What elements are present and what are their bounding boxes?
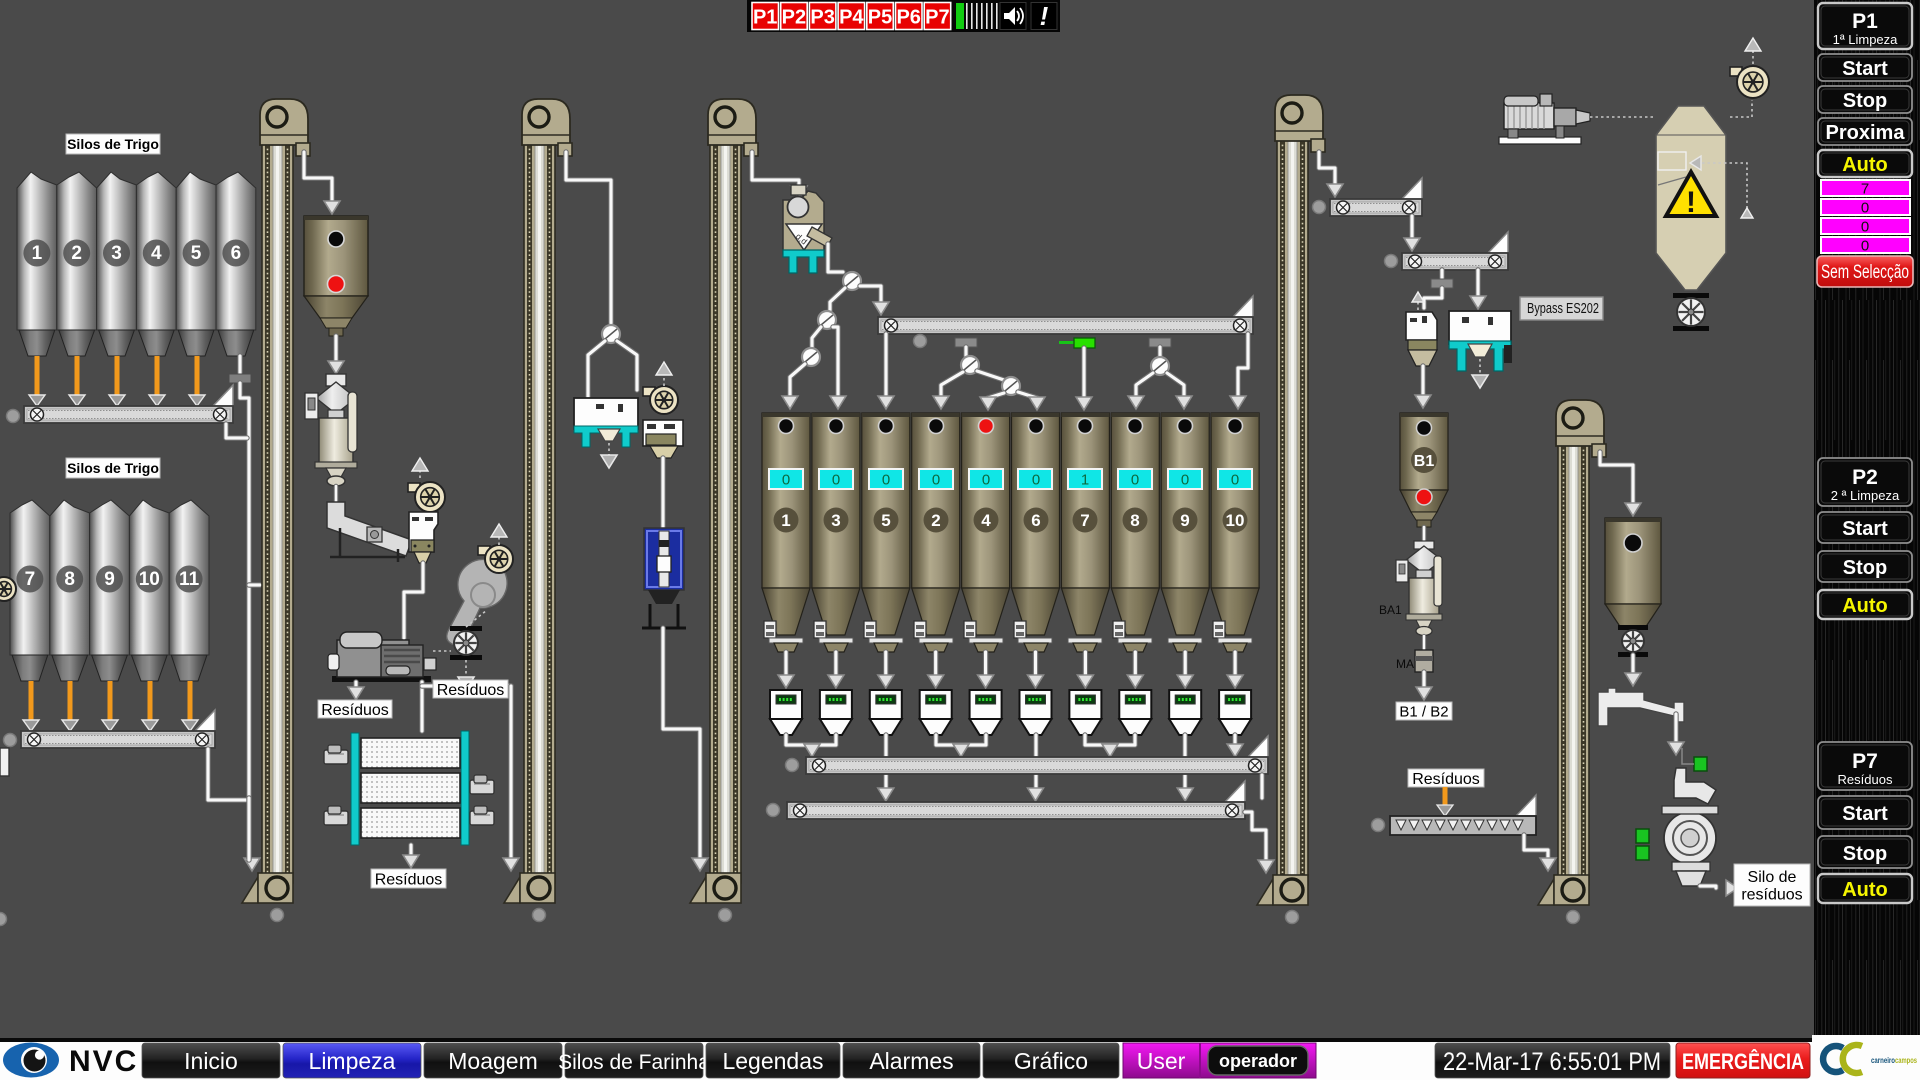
svg-text:carneiro: carneiro (1871, 1056, 1895, 1065)
svg-text:0: 0 (1231, 472, 1239, 489)
svg-text:P2: P2 (1852, 466, 1878, 489)
svg-text:P4: P4 (839, 7, 864, 29)
svg-text:5: 5 (881, 511, 890, 530)
svg-text:resíduos: resíduos (1741, 887, 1802, 904)
svg-text:P5: P5 (868, 7, 892, 29)
svg-text:6: 6 (1031, 511, 1040, 530)
svg-text:0: 0 (982, 472, 990, 489)
svg-text:campos: campos (1895, 1056, 1917, 1065)
svg-text:!: ! (1040, 1, 1049, 31)
svg-text:P7: P7 (925, 7, 949, 29)
svg-text:0: 0 (1861, 238, 1869, 255)
svg-text:Inicio: Inicio (184, 1048, 238, 1074)
svg-text:0: 0 (1181, 472, 1189, 489)
svg-text:Resíduos: Resíduos (1412, 771, 1480, 788)
svg-text:0: 0 (1032, 472, 1040, 489)
svg-text:Resíduos: Resíduos (1838, 772, 1893, 787)
svg-text:BA1: BA1 (1379, 603, 1402, 617)
svg-text:Silos de Trigo: Silos de Trigo (67, 136, 159, 152)
svg-text:Auto: Auto (1842, 154, 1888, 176)
svg-text:9: 9 (104, 569, 115, 590)
svg-text:5: 5 (191, 243, 202, 264)
svg-text:Silos de Farinha: Silos de Farinha (558, 1051, 710, 1074)
svg-text:0: 0 (832, 472, 840, 489)
svg-text:10: 10 (1226, 511, 1245, 530)
svg-text:Proxima: Proxima (1826, 122, 1906, 144)
svg-text:0: 0 (1131, 472, 1139, 489)
svg-text:P1: P1 (1852, 10, 1878, 33)
svg-text:7: 7 (1080, 511, 1089, 530)
svg-text:P6: P6 (896, 7, 920, 29)
svg-text:Gráfico: Gráfico (1014, 1048, 1088, 1074)
svg-text:8: 8 (64, 569, 75, 590)
svg-text:1ª Limpeza: 1ª Limpeza (1833, 32, 1899, 47)
svg-text:11: 11 (179, 569, 200, 590)
svg-text:2: 2 (71, 243, 82, 264)
svg-text:Alarmes: Alarmes (869, 1048, 953, 1074)
svg-text:User: User (1137, 1048, 1186, 1074)
svg-text:P3: P3 (810, 7, 834, 29)
svg-text:Resíduos: Resíduos (321, 702, 389, 719)
svg-text:B1 / B2: B1 / B2 (1399, 703, 1448, 720)
svg-text:7: 7 (25, 569, 36, 590)
svg-text:2: 2 (931, 511, 940, 530)
svg-text:Start: Start (1842, 58, 1888, 80)
svg-text:!: ! (1686, 186, 1696, 219)
svg-text:P7: P7 (1852, 750, 1878, 773)
svg-text:0: 0 (782, 472, 790, 489)
svg-text:EMERGÊNCIA: EMERGÊNCIA (1682, 1049, 1804, 1074)
svg-text:Auto: Auto (1842, 595, 1888, 617)
svg-text:operador: operador (1219, 1051, 1297, 1071)
svg-text:0: 0 (1861, 219, 1869, 236)
svg-text:Resíduos: Resíduos (437, 682, 505, 699)
svg-text:8: 8 (1130, 511, 1139, 530)
svg-text:3: 3 (111, 243, 122, 264)
svg-text:4: 4 (151, 243, 162, 264)
svg-text:7: 7 (1861, 181, 1869, 198)
svg-text:Moagem: Moagem (448, 1048, 537, 1074)
svg-text:0: 0 (932, 472, 940, 489)
svg-text:Limpeza: Limpeza (309, 1048, 396, 1074)
svg-text:22-Mar-17 6:55:01 PM: 22-Mar-17 6:55:01 PM (1443, 1048, 1661, 1076)
svg-text:Start: Start (1842, 518, 1888, 540)
svg-text:Stop: Stop (1843, 90, 1887, 112)
svg-text:Bypass ES202: Bypass ES202 (1527, 301, 1599, 317)
svg-text:Silos de Trigo: Silos de Trigo (67, 460, 159, 476)
svg-text:P1: P1 (753, 7, 777, 29)
svg-text:2 ª Limpeza: 2 ª Limpeza (1831, 488, 1900, 503)
svg-text:0: 0 (882, 472, 890, 489)
svg-text:MA: MA (1396, 657, 1414, 671)
svg-text:B1: B1 (1414, 453, 1435, 470)
svg-text:1: 1 (781, 511, 790, 530)
svg-text:Silo de: Silo de (1748, 869, 1797, 886)
svg-text:Resíduos: Resíduos (375, 871, 443, 888)
svg-text:1: 1 (1081, 472, 1089, 489)
svg-text:9: 9 (1180, 511, 1189, 530)
svg-text:Stop: Stop (1843, 843, 1887, 865)
svg-text:0: 0 (1861, 200, 1869, 217)
svg-text:Legendas: Legendas (722, 1048, 823, 1074)
svg-text:P2: P2 (782, 7, 806, 29)
svg-text:Sem Selecção: Sem Selecção (1821, 262, 1909, 283)
svg-text:6: 6 (231, 243, 242, 264)
svg-text:4: 4 (981, 511, 991, 530)
svg-text:Stop: Stop (1843, 557, 1887, 579)
svg-text:NVC: NVC (69, 1045, 138, 1078)
svg-text:1: 1 (32, 243, 43, 264)
svg-text:10: 10 (139, 569, 160, 590)
svg-text:3: 3 (831, 511, 840, 530)
svg-text:Auto: Auto (1842, 879, 1888, 901)
svg-text:Start: Start (1842, 803, 1888, 825)
